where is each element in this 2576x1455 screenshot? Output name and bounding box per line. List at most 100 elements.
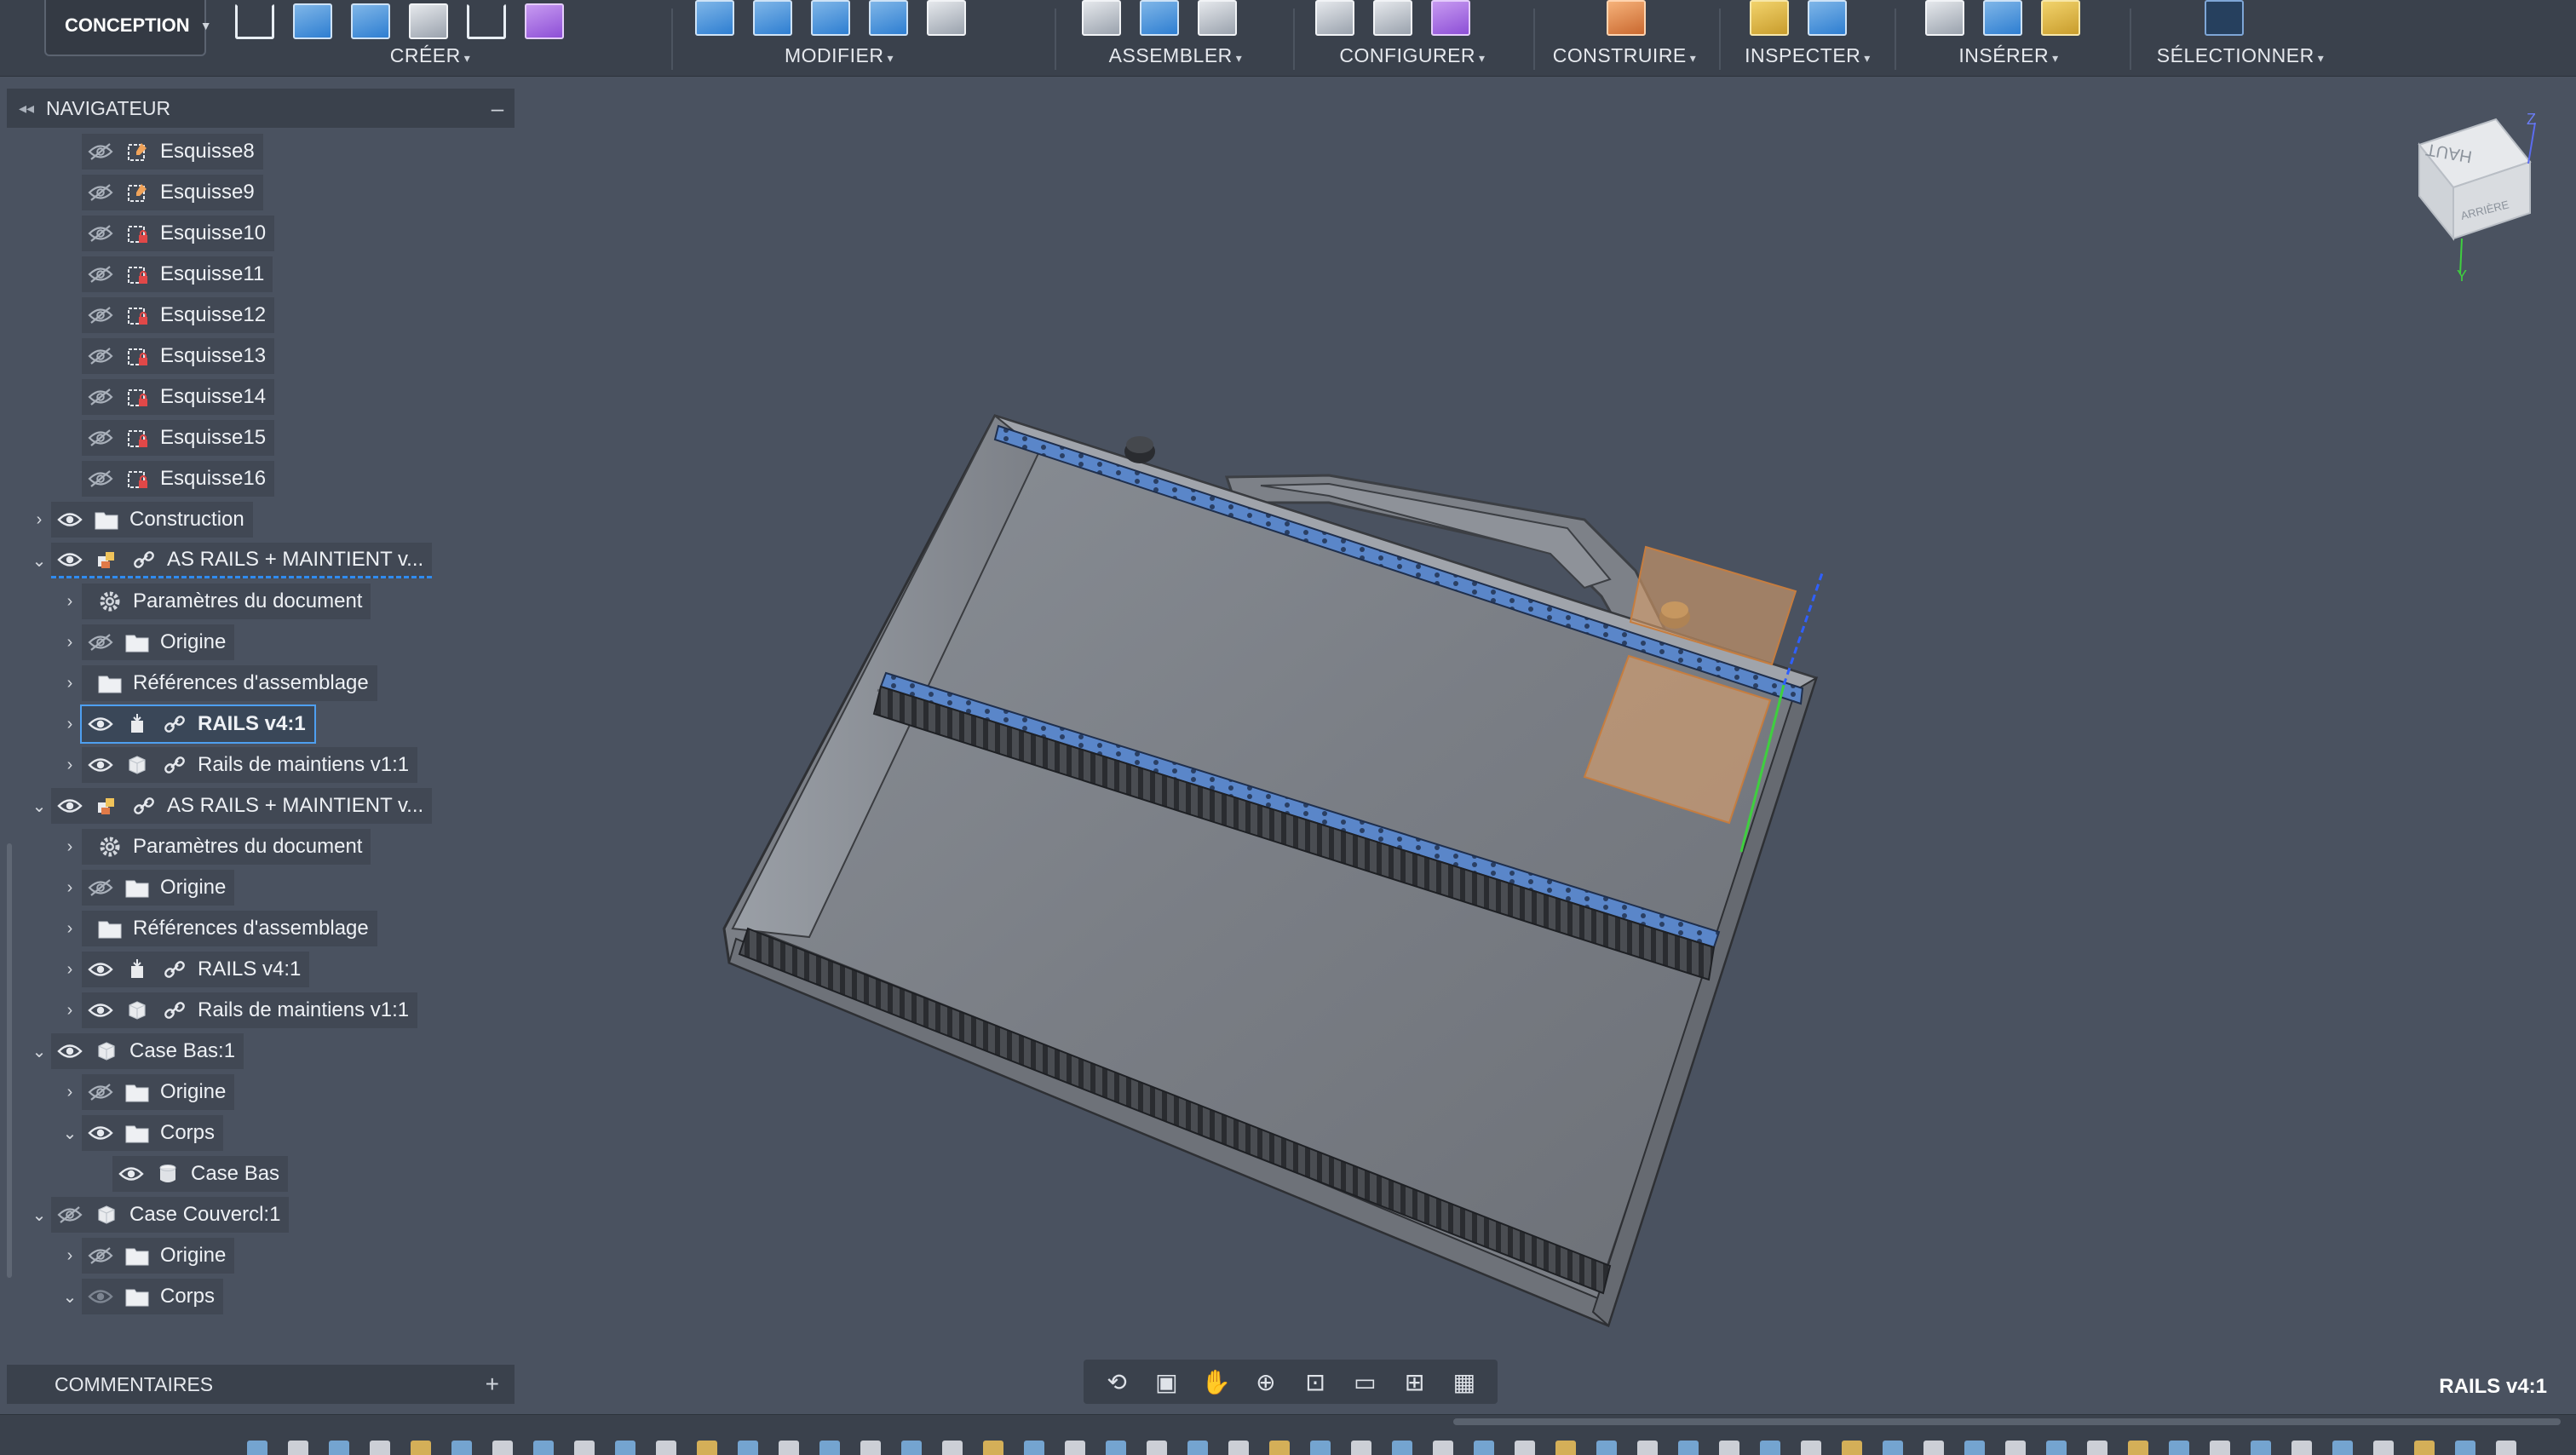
tree-item-settings[interactable]: › Paramètres du document: [58, 828, 371, 866]
measure-icon[interactable]: [1750, 0, 1789, 36]
tree-item-body[interactable]: Esquisse11: [82, 256, 273, 292]
rigid-group-icon[interactable]: [1198, 0, 1237, 36]
timeline-feature[interactable]: [1106, 1441, 1126, 1455]
tree-item-body[interactable]: AS RAILS + MAINTIENT v...: [51, 788, 433, 824]
fit-icon[interactable]: ⊡: [1296, 1368, 1335, 1396]
tree-item-component[interactable]: › Rails de maintiens v1:1: [58, 992, 418, 1029]
tree-item-body[interactable]: Esquisse10: [82, 216, 275, 251]
tree-item-sketch[interactable]: Esquisse15: [58, 419, 275, 457]
tree-item-folder[interactable]: › Origine: [58, 624, 235, 661]
eye-hidden-icon[interactable]: [87, 467, 114, 491]
table-icon[interactable]: [1373, 0, 1412, 36]
timeline-feature[interactable]: [1269, 1441, 1290, 1455]
timeline-feature[interactable]: [942, 1441, 963, 1455]
tree-item-body[interactable]: Case Couvercl:1: [51, 1197, 290, 1233]
tree-item-component[interactable]: › RAILS v4:1: [58, 704, 316, 744]
chevron-right-icon[interactable]: ›: [58, 1237, 82, 1274]
insert-mesh-icon[interactable]: [2041, 0, 2080, 36]
tree-item-body[interactable]: Corps: [82, 1279, 224, 1314]
tree-item-component[interactable]: ⌄ AS RAILS + MAINTIENT v...: [27, 542, 433, 579]
create-sketch-icon[interactable]: [235, 3, 274, 39]
timeline-feature[interactable]: [697, 1441, 717, 1455]
orbit-icon[interactable]: ⟲: [1097, 1368, 1136, 1396]
tree-item-settings[interactable]: › Paramètres du document: [58, 583, 371, 620]
chevron-down-icon[interactable]: ⌄: [58, 1278, 82, 1315]
timeline-feature[interactable]: [1678, 1441, 1699, 1455]
timeline-feature[interactable]: [1923, 1441, 1944, 1455]
timeline-feature[interactable]: [1310, 1441, 1331, 1455]
tree-item-component[interactable]: › RAILS v4:1: [58, 951, 310, 988]
timeline-feature[interactable]: [738, 1441, 758, 1455]
eye-hidden-icon[interactable]: [87, 140, 114, 164]
timeline-feature[interactable]: [2291, 1441, 2312, 1455]
tree-item-body[interactable]: Références d'assemblage: [82, 911, 377, 946]
tree-item-sketch[interactable]: Esquisse13: [58, 337, 275, 375]
tree-item-component[interactable]: › Rails de maintiens v1:1: [58, 746, 418, 784]
chevron-right-icon[interactable]: ›: [58, 992, 82, 1029]
eye-icon[interactable]: [118, 1162, 145, 1186]
eye-hidden-icon[interactable]: [87, 1244, 114, 1268]
toolbar-assemble-menu[interactable]: ASSEMBLER ▾: [1078, 44, 1273, 67]
tree-item-body[interactable]: AS RAILS + MAINTIENT v...: [51, 543, 433, 578]
offset-plane-icon[interactable]: [1607, 0, 1646, 36]
insert-derive-icon[interactable]: [1925, 0, 1964, 36]
pattern-icon[interactable]: [467, 3, 506, 39]
chevron-right-icon[interactable]: ›: [58, 705, 82, 743]
chevron-right-icon[interactable]: ›: [58, 746, 82, 784]
navigator-scrollbar[interactable]: [7, 843, 12, 1278]
tree-item-sketch[interactable]: Esquisse8: [58, 133, 263, 170]
toolbar-create-menu[interactable]: CRÉER ▾: [230, 44, 630, 67]
timeline-feature[interactable]: [2046, 1441, 2067, 1455]
timeline-feature[interactable]: [860, 1441, 881, 1455]
tree-item-folder[interactable]: › Construction: [27, 501, 253, 538]
timeline-feature[interactable]: [1515, 1441, 1535, 1455]
eye-hidden-icon[interactable]: [87, 385, 114, 409]
timeline-feature[interactable]: [370, 1441, 390, 1455]
timeline-feature[interactable]: [2251, 1441, 2271, 1455]
timeline-feature[interactable]: [2087, 1441, 2107, 1455]
tree-item-sketch[interactable]: Esquisse11: [58, 256, 273, 293]
timeline-feature[interactable]: [2455, 1441, 2475, 1455]
extrude-icon[interactable]: [293, 3, 332, 39]
chevron-right-icon[interactable]: ›: [58, 869, 82, 906]
timeline-feature[interactable]: [901, 1441, 922, 1455]
revolve-icon[interactable]: [351, 3, 390, 39]
eye-hidden-icon[interactable]: [56, 1203, 83, 1227]
eye-hidden-icon[interactable]: [87, 181, 114, 204]
timeline-feature[interactable]: [1187, 1441, 1208, 1455]
timeline-feature[interactable]: [574, 1441, 595, 1455]
eye-hidden-icon[interactable]: [87, 303, 114, 327]
eye-icon[interactable]: [87, 958, 114, 981]
tree-item-body[interactable]: Références d'assemblage: [82, 665, 377, 701]
tree-item-body[interactable]: Origine: [82, 1238, 235, 1274]
eye-hidden-icon[interactable]: [87, 426, 114, 450]
timeline-feature[interactable]: [329, 1441, 349, 1455]
tree-item-body[interactable]: Esquisse9: [82, 175, 263, 210]
timeline-feature[interactable]: [1637, 1441, 1658, 1455]
eye-icon[interactable]: [56, 548, 83, 572]
theme-icon[interactable]: [1431, 0, 1470, 36]
eye-icon[interactable]: [87, 712, 114, 736]
3d-viewport[interactable]: [528, 77, 2576, 1406]
chevron-right-icon[interactable]: ›: [58, 910, 82, 947]
timeline-feature[interactable]: [1065, 1441, 1085, 1455]
timeline-feature[interactable]: [2414, 1441, 2435, 1455]
tree-item-component[interactable]: ⌄ Case Couvercl:1: [27, 1196, 290, 1234]
chevron-right-icon[interactable]: ›: [58, 951, 82, 988]
tree-item-body[interactable]: Corps: [82, 1115, 224, 1151]
timeline-feature[interactable]: [1392, 1441, 1412, 1455]
fillet-icon[interactable]: [753, 0, 792, 36]
tree-item-component[interactable]: ⌄ Case Bas:1: [27, 1032, 244, 1070]
timeline-feature[interactable]: [1351, 1441, 1371, 1455]
timeline-feature[interactable]: [656, 1441, 676, 1455]
toolbar-construct-menu[interactable]: CONSTRUIRE ▾: [1552, 44, 1697, 67]
tree-item-folder[interactable]: › Références d'assemblage: [58, 910, 377, 947]
display-settings-icon[interactable]: ▭: [1345, 1368, 1384, 1396]
timeline-feature[interactable]: [533, 1441, 554, 1455]
tree-item-body[interactable]: Esquisse8: [82, 134, 263, 170]
timeline-feature[interactable]: [411, 1441, 431, 1455]
tree-item-body[interactable]: Rails de maintiens v1:1: [82, 992, 418, 1028]
tree-item-component[interactable]: ⌄ AS RAILS + MAINTIENT v...: [27, 787, 433, 825]
chamfer-icon[interactable]: [811, 0, 850, 36]
view-cube[interactable]: HAUT ARRIÈRE Z Y: [2394, 111, 2547, 281]
